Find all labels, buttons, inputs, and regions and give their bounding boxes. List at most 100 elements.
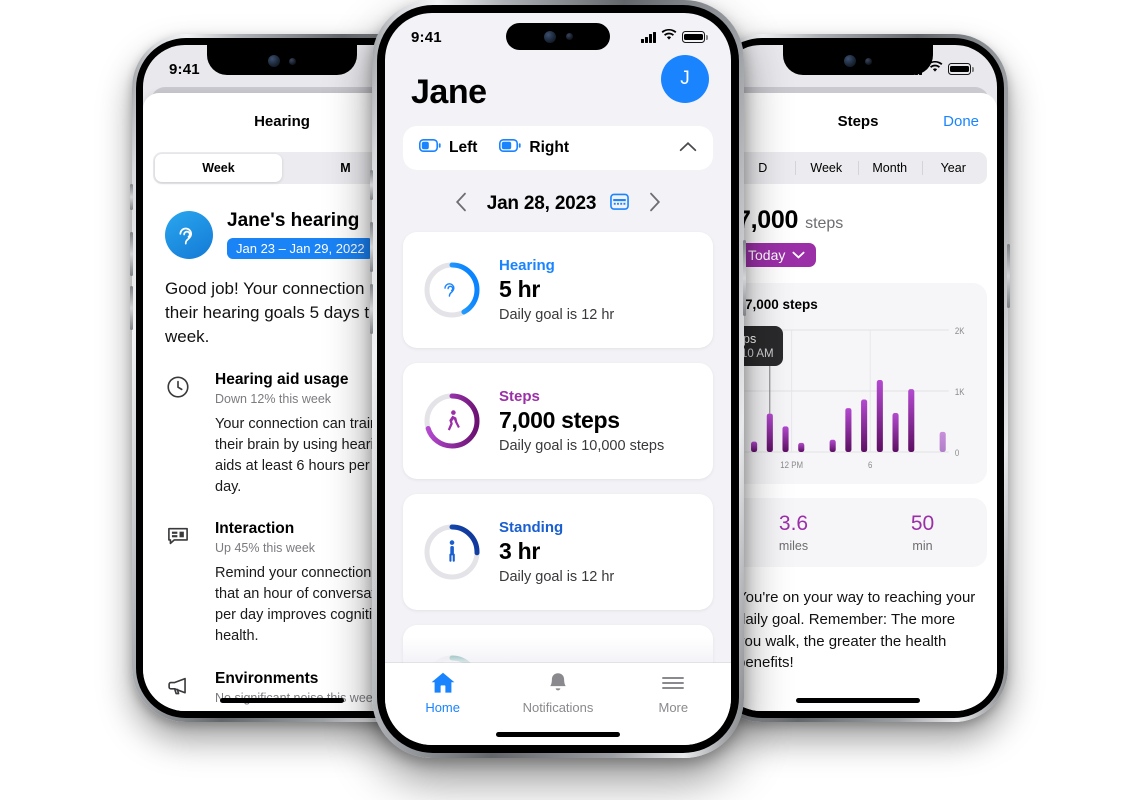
stat-label: min [912,539,933,553]
standing-progress-ring [424,524,480,580]
battery-icon [682,31,708,43]
segment-week[interactable]: Week [794,154,859,182]
right-phone: 9:41 Steps Done [708,34,1010,722]
metric-goal: Daily goal is 10,000 steps [499,438,665,454]
metric-text: Standing 3 hr Daily goal is 12 hr [499,519,614,585]
home-icon [431,672,455,693]
segment-week[interactable]: Week [155,154,282,182]
svg-text:12 PM: 12 PM [780,459,803,470]
scroll-fade [403,637,713,663]
steps-sheet: Steps Done D Week Month Year 7,000 steps… [719,93,997,711]
svg-text:2K: 2K [955,325,965,336]
steps-total-unit: steps [805,215,844,232]
status-time: 9:41 [169,60,200,78]
home-indicator-center [496,732,620,737]
svg-text:0: 0 [955,447,960,458]
time-range-segmented-control[interactable]: D Week Month Year [729,152,987,184]
home-indicator-right [796,698,920,703]
intro-paragraph: Good job! Your connection met their hear… [165,279,398,347]
status-time: 9:41 [411,28,442,46]
notch-right [783,45,933,75]
chevron-left-icon[interactable] [449,190,473,218]
tab-more-label: More [658,700,689,715]
megaphone-icon [165,670,199,712]
chevron-up-icon[interactable] [679,139,697,157]
metric-value: 3 hr [499,538,540,564]
section-hearing-aid-usage: Hearing aid usage Down 12% this week You… [165,371,399,498]
device-left[interactable]: Left [419,139,477,157]
volume-down-center[interactable] [370,284,373,334]
steps-navbar: Steps Done [719,93,997,130]
metric-text: Hearing 5 hr Daily goal is 12 hr [499,257,614,323]
segment-year[interactable]: Year [921,154,986,182]
stat-value: 3.6 [778,512,809,535]
volume-down-left[interactable] [130,286,133,330]
section-environments: Environments No significant noise this w… [165,670,399,712]
clock-icon [165,371,199,498]
mute-switch-center[interactable] [370,170,373,200]
date-navigator[interactable]: Jan 28, 2023 [385,190,731,218]
done-button[interactable]: Done [943,113,979,130]
metric-label: Steps [499,388,540,405]
speech-bubble-icon [165,520,199,647]
home-indicator-left [220,698,344,703]
status-icons [641,28,708,46]
front-camera-icon [268,55,280,67]
steps-footer-text: You're on your way to reaching your dail… [737,589,976,672]
metric-value: 5 hr [499,276,540,302]
calendar-icon[interactable] [610,192,630,216]
battery-icon [948,63,974,75]
device-right-label: Right [529,139,570,156]
date-range-chip: Jan 23 – Jan 29, 2022 [227,238,374,259]
steps-bar-chart[interactable]: 01K2K12 PM6 630 steps 9 AM – 10 AM [719,324,975,474]
svg-text:1K: 1K [955,386,965,397]
tab-home[interactable]: Home [385,671,500,715]
metric-card-hearing[interactable]: Hearing 5 hr Daily goal is 12 hr [403,232,713,348]
tab-more[interactable]: More [616,671,731,715]
front-camera-icon [844,55,856,67]
mute-switch-left[interactable] [130,184,133,210]
volume-up-center[interactable] [370,222,373,272]
device-left-label: Left [449,139,478,156]
device-status-bar[interactable]: Left Right [403,126,713,170]
stat-value: 50 [910,512,935,535]
sensor-icon [289,57,296,65]
battery-icon [419,139,441,157]
hero-text: Jane's hearing Jan 23 – Jan 29, 2022 [227,210,374,259]
steps-stats: 3.6 miles 50 min [729,498,987,567]
svg-text:6: 6 [868,459,873,470]
device-right[interactable]: Right [499,139,569,157]
avatar[interactable]: J [661,55,709,103]
wifi-icon [661,28,677,46]
stat-miles: 3.6 miles [729,512,858,553]
metric-card-standing[interactable]: Standing 3 hr Daily goal is 12 hr [403,494,713,610]
range-dropdown-label: Today [748,247,786,263]
section-interaction: Interaction Up 45% this week Remind your… [165,520,399,647]
face-id-sensor-icon [565,33,573,40]
power-button-center[interactable] [743,240,746,316]
front-camera-icon [543,30,556,43]
right-screen: 9:41 Steps Done [719,45,997,711]
screenshot-stage: 9:41 Hearing Week M Jane's hearing Jan 2… [0,0,1140,800]
volume-up-left[interactable] [130,232,133,276]
tab-notifications-label: Notifications [522,700,594,715]
steps-total-value: 7,000 [737,206,799,234]
chevron-right-icon[interactable] [643,190,667,218]
sensor-icon [865,57,872,65]
power-button-right[interactable] [1007,244,1010,308]
tab-notifications[interactable]: Notifications [500,671,615,715]
center-phone: 9:41 Jane J Left Right Jan 28, 2023 Hear… [370,0,746,758]
cellular-signal-icon [641,31,656,43]
steps-chart-card: 7,000 steps 01K2K12 PM6 630 steps 9 AM –… [719,283,987,484]
metric-text: Steps 7,000 steps Daily goal is 10,000 s… [499,388,664,454]
chevron-down-icon [792,251,805,259]
stat-minutes: 50 min [858,512,987,553]
notch-left [207,45,357,75]
hamburger-icon [662,677,685,689]
range-dropdown[interactable]: Today [737,243,817,267]
metric-card-steps[interactable]: Steps 7,000 steps Daily goal is 10,000 s… [403,363,713,479]
center-screen: 9:41 Jane J Left Right Jan 28, 2023 Hear… [385,13,731,745]
segment-month[interactable]: Month [858,154,922,182]
bell-icon [550,673,566,691]
chart-title: 7,000 steps [745,297,818,312]
